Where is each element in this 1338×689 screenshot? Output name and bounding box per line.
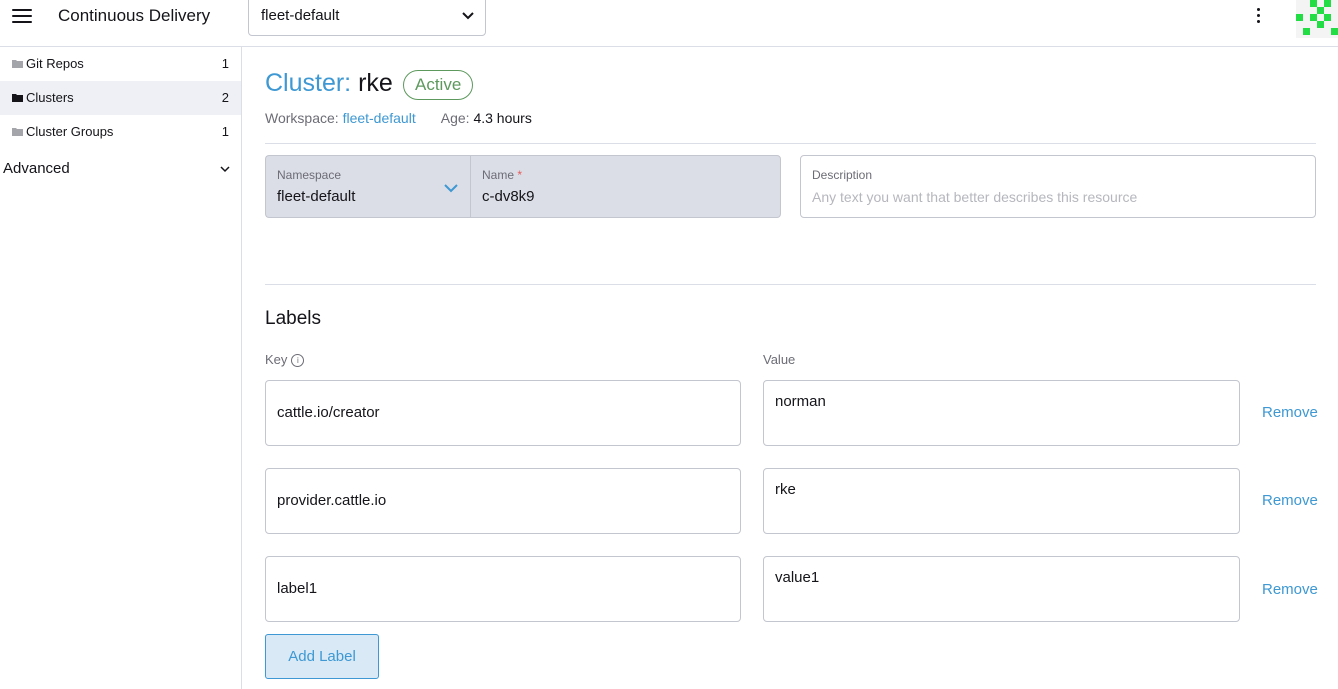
resource-name: rke xyxy=(358,69,393,97)
chevron-down-icon xyxy=(462,12,474,20)
sidebar-group-label: Advanced xyxy=(3,160,70,177)
age-label: Age: xyxy=(440,110,470,126)
divider xyxy=(265,143,1316,144)
value-column-header: Value xyxy=(763,352,796,367)
user-avatar[interactable] xyxy=(1296,0,1338,38)
label-key-input[interactable]: cattle.io/creator xyxy=(265,380,741,446)
top-header: Continuous Delivery fleet-default xyxy=(0,0,1338,47)
remove-label-button[interactable]: Remove xyxy=(1262,492,1318,509)
sidebar-item-count: 1 xyxy=(221,124,229,139)
chevron-down-icon xyxy=(220,166,230,173)
sidebar-item-label: Git Repos xyxy=(26,56,84,71)
status-badge: Active xyxy=(403,70,474,100)
sidebar-item-git-repos[interactable]: Git Repos 1 xyxy=(0,47,241,81)
workspace-select[interactable]: fleet-default xyxy=(248,0,486,36)
sidebar-item-clusters[interactable]: Clusters 2 xyxy=(0,81,241,115)
age-value: 4.3 hours xyxy=(473,110,532,126)
description-field[interactable]: Description Any text you want that bette… xyxy=(800,155,1316,218)
sidebar-item-cluster-groups[interactable]: Cluster Groups 1 xyxy=(0,115,241,149)
name-label: Name * xyxy=(482,168,522,182)
label-key-input[interactable]: label1 xyxy=(265,556,741,622)
sidebar-item-count: 1 xyxy=(221,56,229,71)
folder-icon xyxy=(12,128,23,136)
required-marker: * xyxy=(517,168,523,182)
sidebar-item-label: Cluster Groups xyxy=(26,124,114,139)
info-icon[interactable]: i xyxy=(291,354,305,367)
more-options-icon[interactable] xyxy=(1252,8,1264,26)
app-title: Continuous Delivery xyxy=(58,6,211,25)
folder-open-icon xyxy=(12,94,23,102)
sidebar-item-label: Clusters xyxy=(26,90,74,105)
folder-icon xyxy=(12,60,23,68)
resource-meta: Workspace: fleet-default Age: 4.3 hours xyxy=(265,110,532,126)
remove-label-button[interactable]: Remove xyxy=(1262,404,1318,421)
sidebar: Git Repos 1 Clusters 2 Cluster Groups 1 … xyxy=(0,47,242,689)
label-value-input[interactable]: rke xyxy=(763,468,1240,534)
name-field[interactable]: Name * c-dv8k9 xyxy=(470,155,781,218)
sidebar-group-advanced[interactable]: Advanced xyxy=(0,153,241,183)
workspace-label: Workspace: xyxy=(265,110,339,126)
key-header-text: Key xyxy=(265,352,288,367)
labels-section-title: Labels xyxy=(265,308,321,329)
namespace-select[interactable]: Namespace fleet-default xyxy=(265,155,471,218)
add-label-button[interactable]: Add Label xyxy=(265,634,379,679)
chevron-down-icon xyxy=(444,184,458,193)
description-placeholder: Any text you want that better describes … xyxy=(812,189,1138,205)
page-title: Cluster: rke xyxy=(265,69,393,98)
label-value-input[interactable]: norman xyxy=(763,380,1240,446)
label-value-input[interactable]: value1 xyxy=(763,556,1240,622)
resource-kind: Cluster: xyxy=(265,69,352,97)
workspace-link[interactable]: fleet-default xyxy=(343,110,416,126)
sidebar-item-count: 2 xyxy=(221,90,229,105)
workspace-select-value: fleet-default xyxy=(261,7,340,24)
key-column-header: Key i xyxy=(265,352,305,367)
namespace-value: fleet-default xyxy=(277,188,356,205)
name-value: c-dv8k9 xyxy=(482,188,535,205)
namespace-label: Namespace xyxy=(277,168,342,182)
name-label-text: Name xyxy=(482,168,515,182)
menu-icon[interactable] xyxy=(12,9,32,23)
description-label: Description xyxy=(812,168,873,182)
divider xyxy=(265,284,1316,285)
remove-label-button[interactable]: Remove xyxy=(1262,581,1318,598)
label-key-input[interactable]: provider.cattle.io xyxy=(265,468,741,534)
